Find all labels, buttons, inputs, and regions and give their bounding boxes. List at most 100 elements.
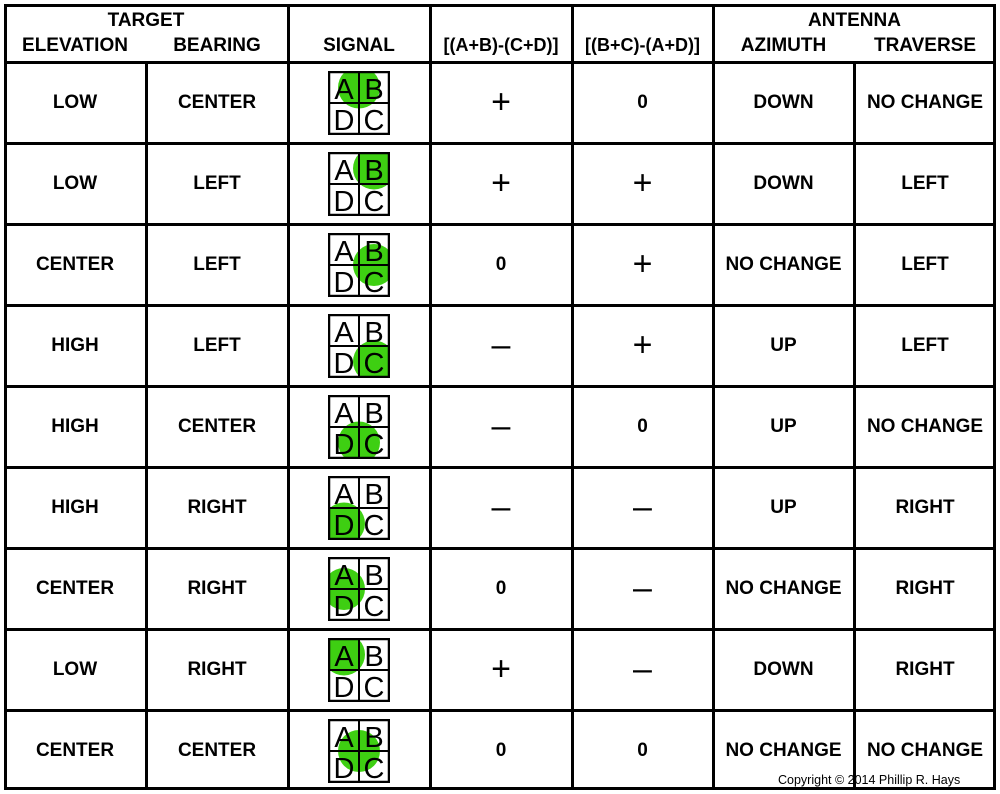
quadrant-label-d: D bbox=[334, 105, 355, 135]
quadrant-label-b: B bbox=[364, 317, 383, 349]
cell-ab-cd: – bbox=[491, 407, 511, 445]
quadrant-label-b: B bbox=[364, 722, 383, 754]
cell-ab-cd: + bbox=[491, 650, 511, 688]
cell-bc-ad: 0 bbox=[637, 739, 648, 761]
cell-bearing: RIGHT bbox=[187, 658, 247, 680]
quadrant-label-c: C bbox=[364, 753, 385, 783]
signal-quadrant-diagram: ABDC bbox=[328, 395, 390, 459]
header-elevation: ELEVATION bbox=[22, 35, 128, 56]
cell-elevation: HIGH bbox=[51, 496, 99, 518]
quadrant-label-c: C bbox=[364, 348, 385, 378]
cell-ab-cd: + bbox=[491, 83, 511, 121]
cell-bearing: LEFT bbox=[193, 253, 241, 275]
cell-bc-ad: – bbox=[633, 650, 652, 688]
cell-ab-cd: 0 bbox=[495, 739, 507, 761]
quadrant-label-d: D bbox=[334, 186, 355, 216]
cell-bc-ad: + bbox=[632, 245, 653, 283]
cell-bc-ad: – bbox=[633, 569, 652, 607]
cell-elevation: LOW bbox=[52, 172, 98, 194]
signal-quadrant-diagram: ABDC bbox=[328, 476, 390, 540]
cell-bc-ad: + bbox=[632, 164, 653, 202]
cell-azimuth: UP bbox=[770, 334, 797, 356]
cell-traverse: RIGHT bbox=[895, 496, 955, 518]
signal-quadrant-diagram: ABDC bbox=[328, 638, 390, 702]
cell-elevation: LOW bbox=[52, 91, 98, 113]
cell-bearing: CENTER bbox=[177, 739, 257, 761]
cell-ab-cd: – bbox=[491, 488, 511, 526]
quadrant-label-a: A bbox=[334, 317, 354, 349]
header-azimuth: AZIMUTH bbox=[740, 35, 827, 56]
quadrant-label-b: B bbox=[364, 560, 383, 592]
quadrant-label-c: C bbox=[364, 105, 385, 135]
quadrant-label-c: C bbox=[364, 429, 385, 459]
header-traverse: TRAVERSE bbox=[873, 35, 977, 56]
quadrant-label-d: D bbox=[334, 753, 355, 783]
signal-quadrant-diagram: ABDC bbox=[328, 719, 390, 783]
header-target: TARGET bbox=[107, 10, 185, 31]
quadrant-label-d: D bbox=[334, 510, 355, 540]
quadrant-label-a: A bbox=[334, 74, 354, 106]
copyright-text: Copyright © 2014 Phillip R. Hays bbox=[778, 773, 961, 787]
cell-azimuth: UP bbox=[770, 415, 797, 437]
header-antenna: ANTENNA bbox=[808, 10, 901, 31]
cell-ab-cd: 0 bbox=[495, 577, 507, 599]
quadrant-label-a: A bbox=[334, 560, 354, 592]
cell-traverse: LEFT bbox=[901, 172, 949, 194]
cell-azimuth: NO CHANGE bbox=[725, 577, 842, 599]
quadrant-label-a: A bbox=[334, 479, 354, 511]
cell-traverse: LEFT bbox=[901, 334, 949, 356]
cell-traverse: NO CHANGE bbox=[866, 415, 984, 437]
cell-ab-cd: 0 bbox=[495, 253, 507, 275]
cell-azimuth: DOWN bbox=[753, 91, 814, 113]
cell-elevation: CENTER bbox=[35, 577, 115, 599]
cell-elevation: HIGH bbox=[51, 415, 99, 437]
header-bearing: BEARING bbox=[173, 35, 261, 56]
cell-elevation: HIGH bbox=[51, 334, 99, 356]
cell-azimuth: DOWN bbox=[753, 172, 814, 194]
signal-quadrant-diagram: ABDC bbox=[328, 71, 390, 135]
cell-azimuth: DOWN bbox=[753, 658, 814, 680]
quadrant-label-d: D bbox=[334, 591, 355, 621]
quadrant-label-a: A bbox=[334, 155, 354, 187]
quadrant-label-a: A bbox=[334, 641, 354, 673]
quadrant-label-c: C bbox=[364, 186, 385, 216]
cell-bc-ad: + bbox=[632, 326, 653, 364]
cell-bc-ad: – bbox=[633, 488, 652, 526]
quadrant-label-d: D bbox=[334, 348, 355, 378]
quadrant-label-a: A bbox=[334, 722, 354, 754]
cell-azimuth: NO CHANGE bbox=[725, 253, 842, 275]
quadrant-label-d: D bbox=[334, 429, 355, 459]
quadrant-label-c: C bbox=[364, 591, 385, 621]
header-formula-ab-cd: [(A+B)-(C+D)] bbox=[443, 35, 559, 55]
quadrant-label-b: B bbox=[364, 74, 383, 106]
cell-traverse: NO CHANGE bbox=[866, 91, 984, 113]
cell-elevation: LOW bbox=[52, 658, 98, 680]
quadrant-label-a: A bbox=[334, 236, 354, 268]
cell-traverse: RIGHT bbox=[895, 577, 955, 599]
cell-azimuth: UP bbox=[770, 496, 797, 518]
cell-elevation: CENTER bbox=[35, 253, 115, 275]
header-formula-bc-ad: [(B+C)-(A+D)] bbox=[585, 35, 700, 55]
quadrant-label-a: A bbox=[334, 398, 354, 430]
signal-quadrant-diagram: ABDC bbox=[328, 233, 390, 297]
quadrant-label-d: D bbox=[334, 267, 355, 297]
cell-bearing: RIGHT bbox=[187, 577, 247, 599]
cell-elevation: CENTER bbox=[35, 739, 115, 761]
cell-bearing: RIGHT bbox=[187, 496, 247, 518]
quadrant-label-b: B bbox=[364, 641, 383, 673]
quadrant-label-b: B bbox=[364, 479, 383, 511]
quadrant-label-c: C bbox=[364, 672, 385, 702]
signal-quadrant-diagram: ABDC bbox=[328, 557, 390, 621]
cell-bc-ad: 0 bbox=[637, 415, 648, 437]
cell-traverse: RIGHT bbox=[895, 658, 955, 680]
cell-traverse: LEFT bbox=[901, 253, 949, 275]
quadrant-label-b: B bbox=[364, 155, 383, 187]
quadrant-label-b: B bbox=[364, 398, 383, 430]
quadrant-label-d: D bbox=[334, 672, 355, 702]
cell-ab-cd: – bbox=[491, 326, 511, 364]
cell-bearing: CENTER bbox=[177, 91, 257, 113]
cell-bearing: LEFT bbox=[193, 172, 241, 194]
cell-bearing: CENTER bbox=[177, 415, 257, 437]
quadrant-label-c: C bbox=[364, 267, 385, 297]
header-signal: SIGNAL bbox=[323, 35, 395, 56]
